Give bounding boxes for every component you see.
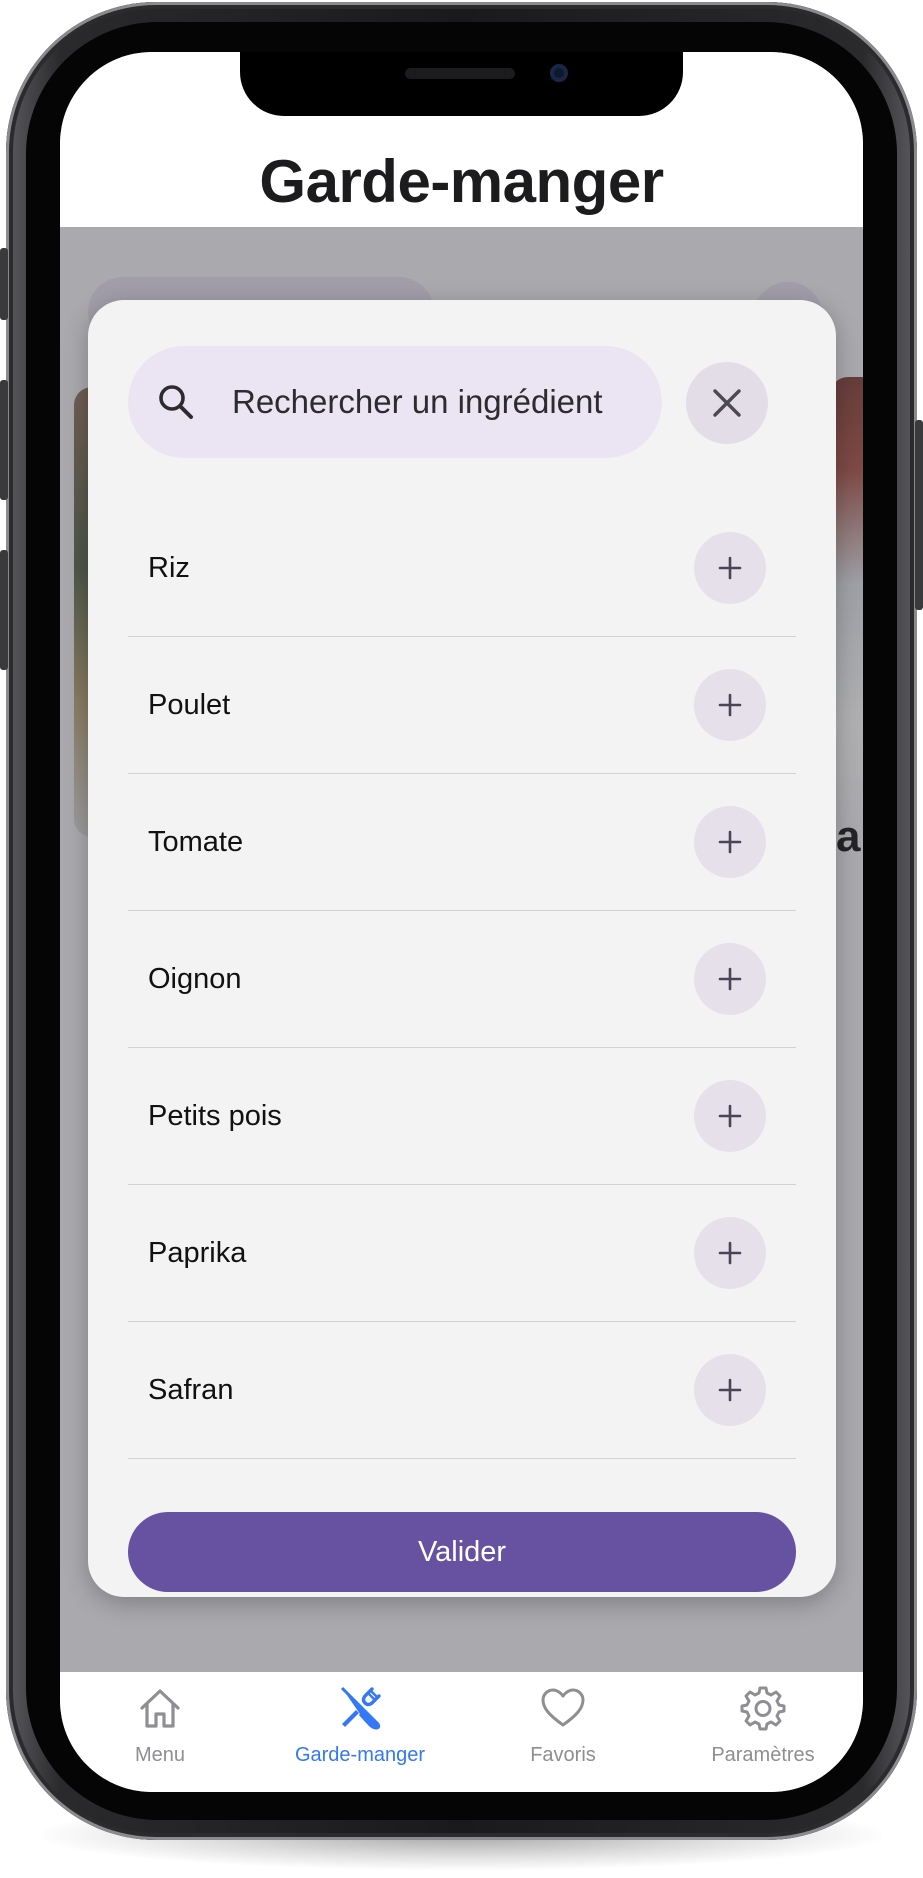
house-icon	[140, 1689, 180, 1728]
mute-switch	[0, 248, 8, 320]
search-icon	[159, 385, 193, 419]
utensils-crossed-icon	[340, 1686, 381, 1730]
front-camera	[550, 64, 568, 82]
ingredient-row-tomate: Tomate	[128, 774, 796, 911]
add-riz-button[interactable]	[694, 532, 766, 604]
tab-garde-manger[interactable]: Garde-manger	[260, 1672, 460, 1792]
speaker	[405, 68, 515, 79]
add-poulet-button[interactable]	[694, 669, 766, 741]
page-title: Garde-manger	[259, 148, 664, 215]
ingredient-list: Riz Poulet Tomate Oignon Petits pois Pap…	[128, 500, 796, 1459]
tab-label: Garde-manger	[294, 1744, 426, 1766]
notch	[240, 52, 683, 116]
ingredient-row-petits-pois: Petits pois	[128, 1048, 796, 1185]
ingredient-row-safran: Safran	[128, 1322, 796, 1459]
validate-button[interactable]: Valider	[128, 1512, 796, 1592]
plus-icon	[718, 1104, 742, 1128]
search-bar[interactable]	[128, 346, 662, 458]
add-petits-pois-button[interactable]	[694, 1080, 766, 1152]
plus-icon	[718, 1241, 742, 1265]
add-oignon-button[interactable]	[694, 943, 766, 1015]
ingredient-label: Poulet	[148, 689, 231, 721]
ingredient-label: Safran	[148, 1374, 234, 1406]
ingredient-label: Paprika	[148, 1237, 247, 1269]
volume-up-button	[0, 380, 8, 500]
tab-menu[interactable]: Menu	[60, 1672, 260, 1792]
volume-down-button	[0, 550, 8, 670]
ingredient-row-paprika: Paprika	[128, 1185, 796, 1322]
close-button[interactable]	[686, 362, 768, 444]
phone-screen: Garde-manger al Riz	[60, 52, 863, 1792]
add-safran-button[interactable]	[694, 1354, 766, 1426]
tab-label: Menu	[134, 1744, 186, 1766]
ingredient-row-riz: Riz	[128, 500, 796, 637]
tab-label: Paramètres	[711, 1744, 815, 1766]
tab-parametres[interactable]: Paramètres	[663, 1672, 863, 1792]
plus-icon	[718, 830, 742, 854]
ingredient-label: Tomate	[148, 826, 244, 858]
plus-icon	[718, 556, 742, 580]
ingredient-label: Riz	[148, 552, 190, 584]
plus-icon	[718, 1378, 742, 1402]
tab-bar: Menu Garde-manger Favoris Paramètres	[60, 1672, 863, 1792]
ingredient-row-oignon: Oignon	[128, 911, 796, 1048]
tab-favoris[interactable]: Favoris	[463, 1672, 663, 1792]
ingredient-row-poulet: Poulet	[128, 637, 796, 774]
heart-icon	[541, 1688, 585, 1727]
close-icon	[713, 389, 741, 417]
ingredient-label: Petits pois	[148, 1100, 282, 1132]
tab-label: Favoris	[530, 1744, 596, 1766]
gear-icon	[740, 1686, 786, 1731]
ingredient-label: Oignon	[148, 963, 242, 995]
plus-icon	[718, 693, 742, 717]
power-button	[915, 420, 923, 610]
add-tomate-button[interactable]	[694, 806, 766, 878]
search-input[interactable]	[232, 346, 652, 458]
add-paprika-button[interactable]	[694, 1217, 766, 1289]
plus-icon	[718, 967, 742, 991]
ingredient-picker-modal: Riz Poulet Tomate Oignon	[88, 300, 836, 1597]
